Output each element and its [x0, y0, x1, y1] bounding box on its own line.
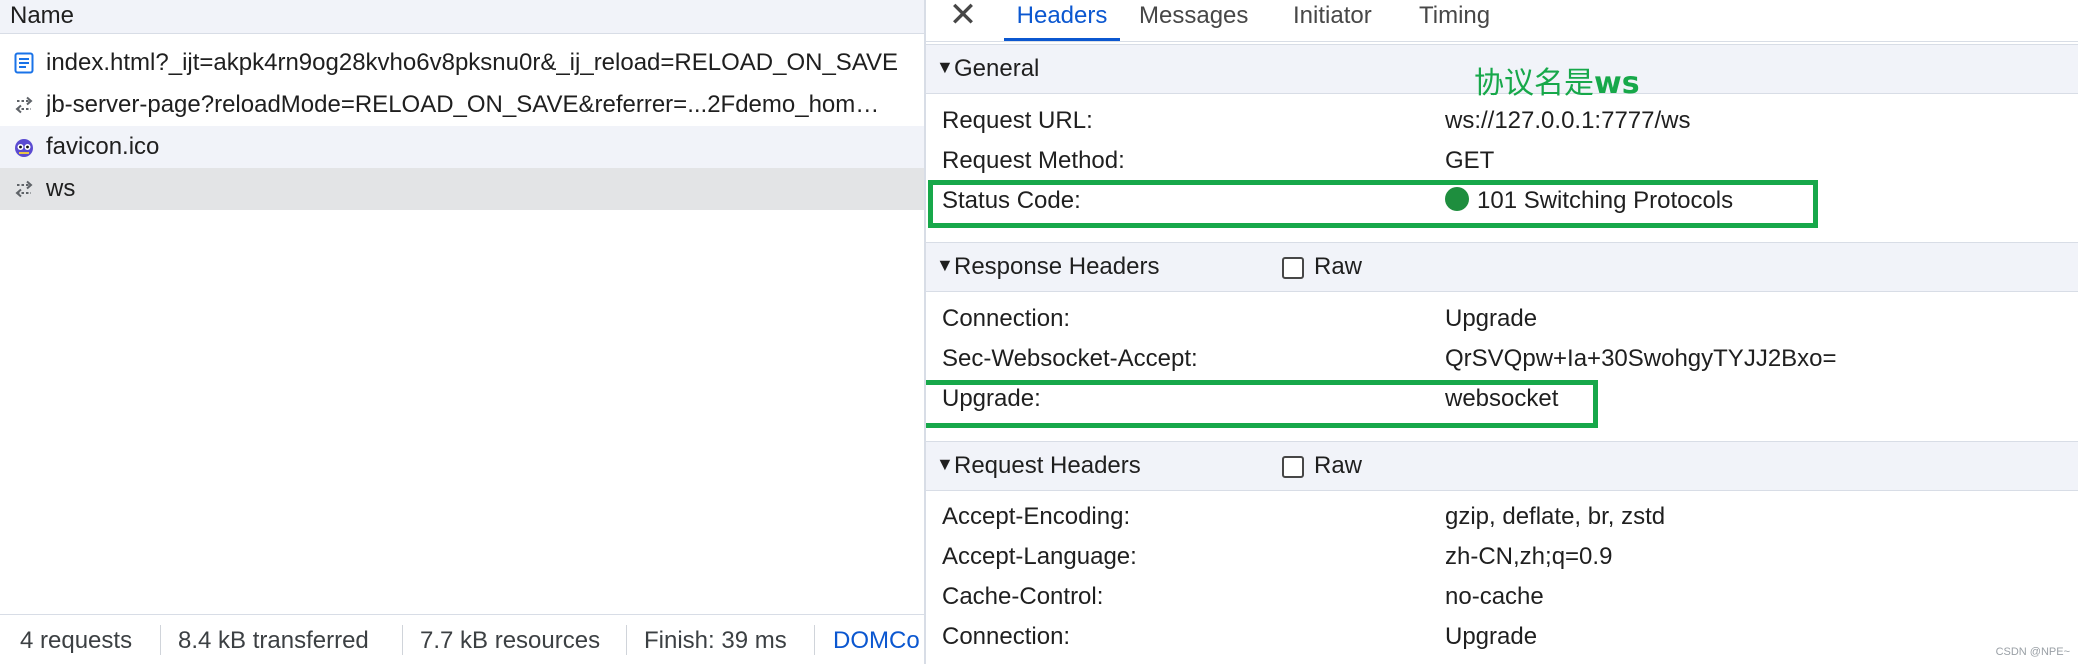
header-row: Accept-Language: zh-CN,zh;q=0.9 [926, 537, 2078, 577]
header-row: Cache-Control: no-cache [926, 577, 2078, 617]
collapse-triangle-icon: ▼ [936, 255, 954, 275]
tab-messages[interactable]: Messages [1139, 0, 1248, 41]
header-key: Request Method: [942, 147, 1125, 174]
raw-checkbox[interactable] [1282, 257, 1304, 279]
header-value: gzip, deflate, br, zstd [1445, 503, 1666, 530]
header-key: Accept-Language: [942, 543, 1137, 570]
websocket-icon [12, 93, 36, 117]
header-row: Connection: Upgrade [926, 617, 2078, 657]
raw-checkbox-label[interactable]: Raw [1314, 253, 1362, 281]
summary-divider [814, 625, 815, 655]
header-key: Connection: [942, 623, 1071, 650]
request-name: ws [46, 175, 76, 202]
request-count: 4 requests [20, 627, 133, 654]
watermark: CSDN @NPE~ [1995, 646, 2070, 658]
section-title: General [954, 55, 1040, 82]
finish-time: Finish: 39 ms [644, 627, 787, 654]
document-icon [12, 51, 36, 75]
header-value: Upgrade [1445, 623, 1538, 650]
resources-size: 7.7 kB resources [420, 627, 601, 654]
request-row-selected[interactable]: ws [0, 168, 924, 210]
header-key: Sec-Websocket-Accept: [942, 345, 1198, 372]
tab-initiator[interactable]: Initiator [1293, 0, 1372, 41]
transferred-size: 8.4 kB transferred [178, 627, 369, 654]
websocket-icon [12, 177, 36, 201]
header-row: Connection: Upgrade [926, 299, 2078, 339]
header-row: Request Method: GET [926, 141, 2078, 181]
collapse-triangle-icon: ▼ [936, 454, 954, 474]
request-name: favicon.ico [46, 133, 160, 160]
raw-checkbox[interactable] [1282, 456, 1304, 478]
request-name: index.html?_ijt=akpk4rn9og28kvho6v8pksnu… [46, 49, 899, 76]
header-key: Accept-Encoding: [942, 503, 1131, 530]
summary-divider [160, 625, 161, 655]
header-row: Request URL: ws://127.0.0.1:7777/ws [926, 101, 2078, 141]
response-headers-section-header[interactable]: ▼ Response Headers Raw [926, 242, 2078, 292]
request-row[interactable]: index.html?_ijt=akpk4rn9og28kvho6v8pksnu… [0, 42, 924, 84]
header-value: QrSVQpw+Ia+30SwohgyTYJJ2Bxo= [1445, 345, 1837, 372]
request-details-pane: ✕ Headers Messages Initiator Timing ▼ Ge… [926, 0, 2078, 664]
header-row: Sec-Websocket-Accept: QrSVQpw+Ia+30Swohg… [926, 339, 2078, 379]
request-headers-section-header[interactable]: ▼ Request Headers Raw [926, 441, 2078, 491]
network-summary-bar: 4 requests 8.4 kB transferred 7.7 kB res… [0, 614, 924, 664]
favicon-image-icon [12, 135, 36, 159]
summary-divider [402, 625, 403, 655]
header-value: GET [1445, 147, 1495, 174]
header-key: Cache-Control: [942, 583, 1104, 610]
header-value: no-cache [1445, 583, 1544, 610]
header-value: ws://127.0.0.1:7777/ws [1445, 107, 1691, 134]
section-title: Response Headers [954, 253, 1160, 280]
header-key: Request URL: [942, 107, 1093, 134]
request-list-header: Name [0, 0, 924, 34]
status-code-highlight-box [928, 180, 1818, 228]
header-key: Connection: [942, 305, 1071, 332]
name-column-header[interactable]: Name [10, 2, 74, 30]
header-value: zh-CN,zh;q=0.9 [1445, 543, 1613, 570]
summary-divider [626, 625, 627, 655]
annotation-text: 协议名是ws [1474, 58, 1640, 102]
tab-timing[interactable]: Timing [1419, 0, 1490, 41]
upgrade-highlight-box [926, 380, 1598, 428]
tab-headers[interactable]: Headers [1004, 0, 1120, 41]
request-row[interactable]: favicon.ico [0, 126, 924, 168]
request-name: jb-server-page?reloadMode=RELOAD_ON_SAVE… [46, 91, 880, 118]
domcontentloaded-time: DOMCo [833, 627, 920, 654]
raw-checkbox-label[interactable]: Raw [1314, 452, 1362, 480]
collapse-triangle-icon: ▼ [936, 57, 954, 77]
request-list-pane: Name index.html?_ijt=akpk4rn9og28kvho6v8… [0, 0, 924, 664]
section-title: Request Headers [954, 452, 1141, 479]
details-tab-bar: ✕ Headers Messages Initiator Timing [926, 0, 2078, 42]
annotation-emphasis: ws [1594, 66, 1640, 101]
header-value: Upgrade [1445, 305, 1538, 332]
close-icon[interactable]: ✕ [948, 0, 978, 32]
request-row[interactable]: jb-server-page?reloadMode=RELOAD_ON_SAVE… [0, 84, 924, 126]
header-row: Accept-Encoding: gzip, deflate, br, zstd [926, 497, 2078, 537]
annotation-prefix: 协议名是 [1474, 66, 1594, 101]
